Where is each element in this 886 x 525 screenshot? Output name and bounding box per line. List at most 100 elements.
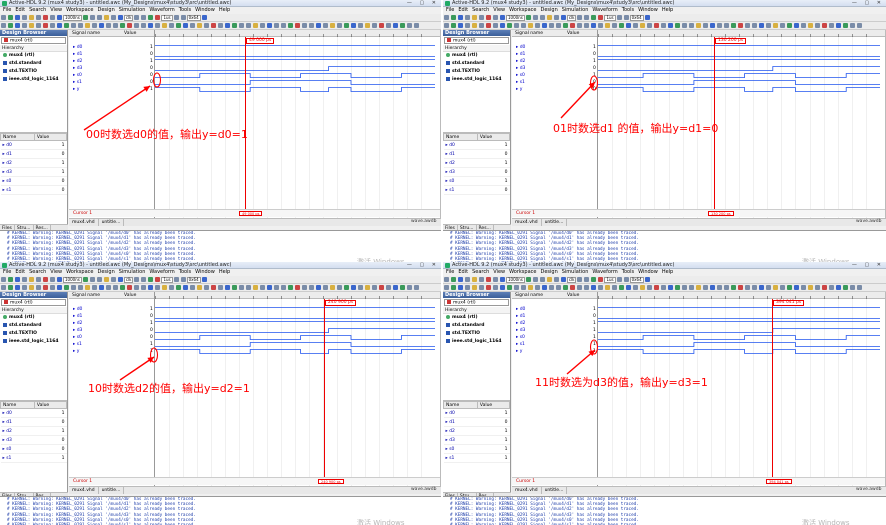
toolbar-button-icon[interactable] (197, 285, 202, 290)
toolbar-button-icon[interactable] (857, 285, 862, 290)
table-row[interactable]: ▸ d2 1 (0, 426, 67, 436)
toolbar-button-icon[interactable] (89, 277, 95, 282)
menu-design[interactable]: Design (540, 7, 557, 13)
menu-file[interactable]: File (446, 269, 454, 275)
toolbar-button-icon[interactable] (745, 23, 750, 28)
toolbar-button-icon[interactable] (591, 15, 597, 20)
hierarchy-item[interactable]: std.TEXTIO (443, 68, 510, 76)
toolbar-button-icon[interactable] (201, 277, 207, 282)
toolbar-button-icon[interactable] (472, 285, 477, 290)
menu-view[interactable]: View (493, 269, 505, 275)
toolbar-button-icon[interactable] (337, 285, 342, 290)
toolbar-button-icon[interactable] (644, 277, 650, 282)
toolbar-button-icon[interactable] (612, 285, 617, 290)
menu-waveform[interactable]: Waveform (592, 7, 617, 13)
hierarchy-item[interactable]: ieee.std_logic_1164 (0, 338, 67, 346)
menu-search[interactable]: Search (29, 7, 46, 13)
toolbar-button-icon[interactable] (29, 23, 34, 28)
toolbar-button-icon[interactable] (850, 285, 855, 290)
toolbar-button-icon[interactable] (29, 15, 34, 20)
toolbar-button-icon[interactable] (295, 23, 300, 28)
toolbar-button-icon[interactable] (407, 285, 412, 290)
toolbar-button-icon[interactable] (794, 23, 799, 28)
toolbar-button-icon[interactable] (180, 277, 186, 282)
toolbar-button-icon[interactable] (8, 277, 13, 282)
toolbar-button-icon[interactable] (644, 15, 650, 20)
toolbar-button-icon[interactable] (57, 15, 62, 20)
toolbar-button-icon[interactable] (15, 277, 20, 282)
toolbar-button-icon[interactable] (532, 15, 538, 20)
toolbar-button-icon[interactable] (696, 285, 701, 290)
signal-row-d1[interactable]: ▸ d1 0 (512, 51, 597, 58)
toolbar-button-icon[interactable] (183, 285, 188, 290)
toolbar-button-icon[interactable] (717, 285, 722, 290)
signal-row-s0[interactable]: ▸ s0 1 (512, 334, 597, 341)
table-row[interactable]: ▸ s0 1 (443, 444, 510, 454)
table-row[interactable]: ▸ d1 0 (0, 149, 67, 159)
toolbar-button-icon[interactable] (647, 285, 652, 290)
toolbar-button-icon[interactable] (155, 285, 160, 290)
toolbar-button-icon[interactable] (801, 23, 806, 28)
toolbar-button-icon[interactable] (162, 23, 167, 28)
hierarchy-item[interactable]: ieee.std_logic_1164 (443, 76, 510, 84)
toolbar-button-icon[interactable] (766, 285, 771, 290)
hierarchy-item[interactable]: std.standard (443, 322, 510, 330)
toolbar-button-icon[interactable] (393, 285, 398, 290)
toolbar-button-icon[interactable] (344, 23, 349, 28)
toolbar-button-icon[interactable] (239, 23, 244, 28)
menu-tools[interactable]: Tools (622, 7, 634, 13)
toolbar-button-icon[interactable] (225, 23, 230, 28)
toolbar-button-icon[interactable] (563, 23, 568, 28)
toolbar-button-icon[interactable] (218, 285, 223, 290)
window-controls[interactable]: — ▢ ✕ (852, 262, 884, 268)
toolbar-button-icon[interactable] (539, 277, 545, 282)
table-row[interactable]: ▸ s1 0 (0, 185, 67, 195)
clock-field[interactable]: clk (123, 277, 134, 283)
toolbar-button-icon[interactable] (577, 285, 582, 290)
table-row[interactable]: ▸ d1 0 (0, 417, 67, 427)
toolbar-button-icon[interactable] (225, 285, 230, 290)
signal-row-s1[interactable]: ▸ s1 1 (512, 341, 597, 348)
toolbar-button-icon[interactable] (99, 285, 104, 290)
menu-window[interactable]: Window (195, 269, 215, 275)
time-step-field[interactable]: 1000ns (63, 277, 82, 283)
table-row[interactable]: ▸ s0 0 (0, 176, 67, 186)
toolbar-button-icon[interactable] (393, 23, 398, 28)
toolbar-button-icon[interactable] (232, 285, 237, 290)
table-row[interactable]: ▸ s1 1 (443, 453, 510, 463)
toolbar-button-icon[interactable] (204, 23, 209, 28)
menu-edit[interactable]: Edit (458, 7, 468, 13)
menu-window[interactable]: Window (195, 7, 215, 13)
doc-tab-2[interactable]: untitle... (542, 487, 568, 494)
signal-name-header[interactable]: Signal name (72, 30, 100, 37)
toolbar-button-icon[interactable] (472, 277, 477, 282)
toolbar-button-icon[interactable] (323, 285, 328, 290)
signal-row-s1[interactable]: ▸ s1 0 (69, 79, 154, 86)
toolbar-button-icon[interactable] (486, 15, 491, 20)
toolbar-button-icon[interactable] (204, 285, 209, 290)
toolbar-button-icon[interactable] (822, 23, 827, 28)
toolbar-button-icon[interactable] (323, 23, 328, 28)
toolbar-button-icon[interactable] (633, 23, 638, 28)
value-column-header[interactable]: Value (476, 401, 511, 409)
signal-name-header[interactable]: Signal name (72, 292, 100, 299)
toolbar-button-icon[interactable] (647, 23, 652, 28)
toolbar-button-icon[interactable] (106, 285, 111, 290)
toolbar-button-icon[interactable] (549, 23, 554, 28)
time-ruler[interactable] (155, 30, 435, 37)
toolbar-button-icon[interactable] (141, 277, 147, 282)
toolbar-button-icon[interactable] (549, 285, 554, 290)
toolbar-button-icon[interactable] (127, 285, 132, 290)
toolbar-button-icon[interactable] (696, 23, 701, 28)
toolbar-button-icon[interactable] (682, 285, 687, 290)
toolbar-button-icon[interactable] (458, 23, 463, 28)
doc-tab-2[interactable]: untitle... (542, 219, 568, 226)
toolbar-button-icon[interactable] (514, 285, 519, 290)
signal-row-s0[interactable]: ▸ s0 1 (512, 72, 597, 79)
menu-view[interactable]: View (50, 7, 62, 13)
signal-name-header[interactable]: Signal name (515, 292, 543, 299)
signal-row-s0[interactable]: ▸ s0 0 (69, 72, 154, 79)
toolbar-button-icon[interactable] (190, 285, 195, 290)
toolbar-button-icon[interactable] (710, 23, 715, 28)
hierarchy-item[interactable]: ieee.std_logic_1164 (443, 338, 510, 346)
